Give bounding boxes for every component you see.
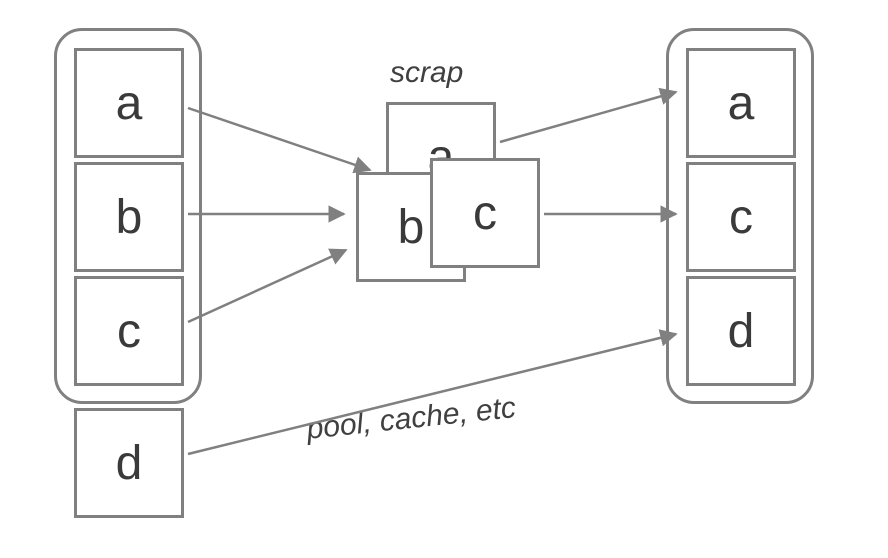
center-box-b-label: b xyxy=(398,200,425,255)
right-box-d-label: d xyxy=(728,304,755,359)
right-box-a-label: a xyxy=(728,76,755,131)
arrow-scrap-to-a xyxy=(500,92,676,142)
right-box-a: a xyxy=(686,48,796,158)
left-box-c-label: c xyxy=(117,304,141,359)
center-box-c-label: c xyxy=(473,186,497,241)
left-box-d: d xyxy=(74,408,184,518)
diagram-stage: a b c d scrap a b c a c d pool, cache, e… xyxy=(0,0,888,558)
scrap-label: scrap xyxy=(390,56,463,90)
arrow-a-to-scrap xyxy=(188,108,370,170)
right-box-d: d xyxy=(686,276,796,386)
left-box-a: a xyxy=(74,48,184,158)
left-box-b: b xyxy=(74,162,184,272)
arrow-d-to-d xyxy=(188,334,676,454)
left-box-c: c xyxy=(74,276,184,386)
right-box-c: c xyxy=(686,162,796,272)
center-box-c: c xyxy=(430,158,540,268)
left-box-a-label: a xyxy=(116,76,143,131)
left-box-d-label: d xyxy=(116,436,143,491)
right-box-c-label: c xyxy=(729,190,753,245)
arrow-c-to-scrap xyxy=(188,250,346,322)
pool-label: pool, cache, etc xyxy=(305,391,518,447)
left-box-b-label: b xyxy=(116,190,143,245)
